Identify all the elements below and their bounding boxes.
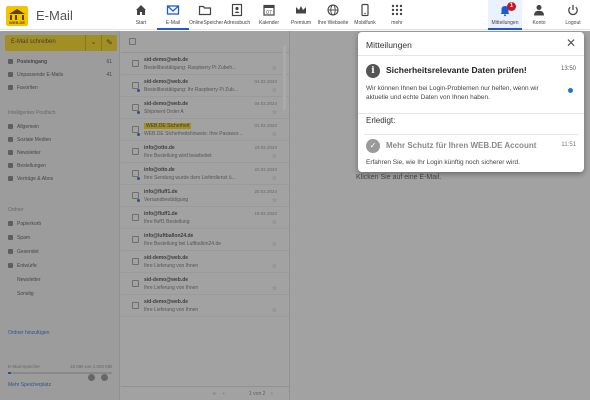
nav-label: Kalender bbox=[258, 20, 279, 26]
nav-label: Logout bbox=[565, 20, 581, 26]
nav-label: Konto bbox=[532, 20, 546, 26]
globe-icon bbox=[327, 4, 339, 16]
account-nav: 1 Mitteilungen Konto Logout bbox=[488, 0, 590, 30]
nav-logout[interactable]: Logout bbox=[556, 0, 590, 30]
unread-indicator bbox=[568, 88, 573, 93]
nav-email[interactable]: E-Mail bbox=[157, 0, 189, 30]
contacts-icon bbox=[231, 3, 243, 17]
notification-body: Erfahren Sie, wie Ihr Login künftig noch… bbox=[366, 159, 520, 166]
crown-icon bbox=[296, 6, 306, 14]
nav-label: Start bbox=[135, 20, 147, 26]
notification-time: 13:50 bbox=[560, 66, 576, 72]
nav-label: Mobilfunk bbox=[354, 20, 376, 26]
user-icon bbox=[534, 5, 544, 16]
nav-mehr[interactable]: mehr bbox=[381, 0, 413, 30]
home-icon bbox=[136, 5, 146, 15]
power-icon bbox=[568, 4, 578, 16]
nav-konto[interactable]: Konto bbox=[522, 0, 556, 30]
phone-icon bbox=[361, 3, 369, 17]
mail-icon bbox=[166, 5, 180, 15]
notification-body: Wir können Ihnen bei Login-Problemen nur… bbox=[366, 85, 539, 101]
nav-label: Ihre Webseite bbox=[317, 20, 349, 26]
info-icon: i bbox=[366, 64, 380, 78]
top-bar: WEB.DE E-Mail Start E-Mail OnlineSpeiche… bbox=[0, 0, 590, 30]
notification-security-check[interactable]: i Sicherheitsrelevante Daten prüfen! 13:… bbox=[358, 56, 584, 114]
check-icon: ✓ bbox=[366, 139, 380, 153]
nav-label: Premium bbox=[290, 20, 311, 26]
panel-title: Mitteilungen bbox=[366, 40, 412, 50]
logo-text: WEB.DE bbox=[9, 20, 25, 25]
nav-webseite[interactable]: Ihre Webseite bbox=[317, 0, 349, 30]
main-nav: Start E-Mail OnlineSpeicher Adressbuch 0… bbox=[125, 0, 413, 30]
done-section-title: Erledigt: bbox=[366, 116, 396, 125]
nav-start[interactable]: Start bbox=[125, 0, 157, 30]
divider bbox=[364, 134, 578, 135]
nav-label: mehr bbox=[391, 20, 403, 26]
notification-title: Sicherheitsrelevante Daten prüfen! bbox=[386, 65, 527, 75]
nav-mitteilungen[interactable]: 1 Mitteilungen bbox=[488, 0, 522, 30]
list-scrollbar[interactable] bbox=[283, 45, 286, 110]
nav-mobilfunk[interactable]: Mobilfunk bbox=[349, 0, 381, 30]
app-title: E-Mail bbox=[36, 8, 73, 23]
nav-adressbuch[interactable]: Adressbuch bbox=[221, 0, 253, 30]
nav-label: Adressbuch bbox=[223, 20, 251, 26]
notification-time: 11:51 bbox=[561, 142, 576, 148]
nav-label: OnlineSpeicher bbox=[189, 20, 224, 26]
panel-header: Mitteilungen ✕ bbox=[358, 32, 584, 56]
grid-icon bbox=[391, 4, 403, 16]
notification-title: Mehr Schutz für Ihren WEB.DE Account bbox=[386, 141, 537, 150]
calendar-icon: 07 bbox=[263, 4, 275, 16]
close-icon[interactable]: ✕ bbox=[566, 37, 576, 49]
nav-premium[interactable]: Premium bbox=[285, 0, 317, 30]
nav-kalender[interactable]: 07 Kalender bbox=[253, 0, 285, 30]
webde-logo[interactable]: WEB.DE bbox=[6, 6, 28, 26]
svg-text:07: 07 bbox=[266, 10, 272, 16]
nav-label: E-Mail bbox=[165, 20, 181, 26]
nav-onlinespeicher[interactable]: OnlineSpeicher bbox=[189, 0, 224, 30]
nav-label: Mitteilungen bbox=[491, 20, 519, 26]
notifications-panel: Mitteilungen ✕ i Sicherheitsrelevante Da… bbox=[358, 32, 584, 172]
folder-icon bbox=[198, 5, 212, 16]
notification-count-badge: 1 bbox=[507, 2, 516, 11]
